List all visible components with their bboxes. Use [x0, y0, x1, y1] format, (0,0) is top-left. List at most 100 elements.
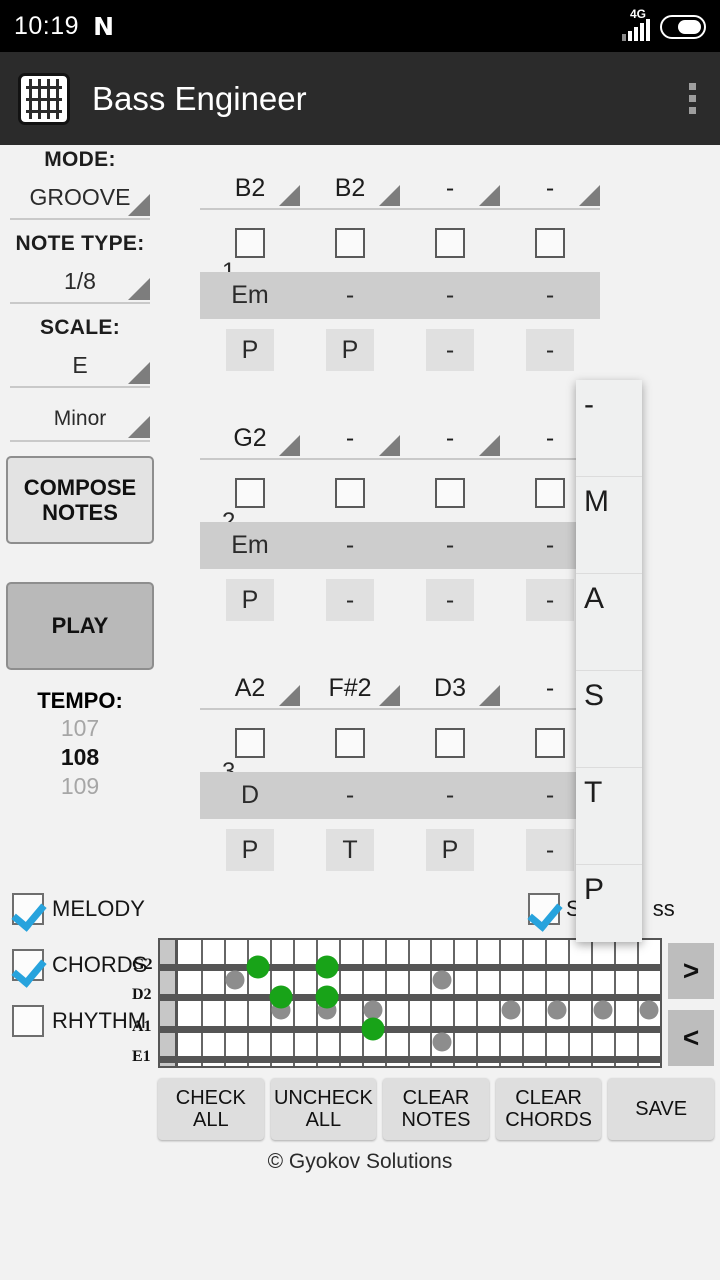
fretboard-prev-button[interactable]: <: [668, 1010, 714, 1066]
note-spinner[interactable]: A2: [200, 668, 300, 710]
checkbox-rhythm-box[interactable]: [12, 1005, 44, 1037]
technique-value[interactable]: -: [526, 329, 574, 371]
technique-value[interactable]: P: [326, 329, 374, 371]
beat-checkbox[interactable]: [535, 228, 565, 258]
tempo-next-value[interactable]: 109: [0, 772, 160, 801]
dropdown-item[interactable]: P: [576, 865, 642, 962]
scale-root-value: E: [72, 351, 88, 378]
dropdown-item[interactable]: -: [576, 380, 642, 477]
note-value: -: [545, 173, 555, 202]
note-type-value: 1/8: [64, 267, 96, 294]
technique-value[interactable]: P: [226, 829, 274, 871]
active-note-dot[interactable]: [269, 985, 293, 1009]
beat-checkbox[interactable]: [235, 728, 265, 758]
chord-value[interactable]: -: [400, 772, 500, 819]
dropdown-item[interactable]: S: [576, 671, 642, 768]
chord-value[interactable]: -: [300, 272, 400, 319]
active-note-dot[interactable]: [246, 955, 270, 979]
technique-value[interactable]: -: [426, 329, 474, 371]
fret-line: [361, 940, 364, 1066]
note-value: F#2: [328, 673, 372, 702]
technique-value[interactable]: P: [226, 579, 274, 621]
fret-marker-dot: [593, 1000, 613, 1020]
technique-value[interactable]: -: [526, 829, 574, 871]
beat-checkbox[interactable]: [335, 728, 365, 758]
note-spinner[interactable]: G2: [200, 418, 300, 460]
note-value: B2: [234, 173, 266, 202]
checkbox-chords-box[interactable]: [12, 949, 44, 981]
dropdown-item[interactable]: A: [576, 574, 642, 671]
beat-checkbox[interactable]: [435, 728, 465, 758]
fret-line: [292, 940, 295, 1066]
note-spinner[interactable]: F#2: [300, 668, 400, 710]
technique-value[interactable]: T: [326, 829, 374, 871]
note-spinner[interactable]: D3: [400, 668, 500, 710]
chevron-down-icon: [579, 185, 600, 206]
action-button[interactable]: CLEAR CHORDS: [495, 1078, 602, 1140]
copyright-text: © Gyokov Solutions: [267, 1150, 453, 1173]
active-note-dot[interactable]: [315, 955, 339, 979]
action-button[interactable]: SAVE: [608, 1078, 714, 1140]
checkbox-show-bass-label-end: ss: [652, 896, 675, 921]
action-button[interactable]: CLEAR NOTES: [383, 1078, 489, 1140]
dropdown-item[interactable]: M: [576, 477, 642, 574]
fret-marker-dot: [639, 1000, 659, 1020]
checkbox-show-bass-box[interactable]: [528, 893, 560, 925]
note-spinner[interactable]: -: [400, 418, 500, 460]
technique-value[interactable]: -: [426, 579, 474, 621]
beat-checkbox[interactable]: [335, 228, 365, 258]
note-spinner[interactable]: -: [300, 418, 400, 460]
fret-line: [476, 940, 479, 1066]
overflow-menu-icon[interactable]: [683, 77, 702, 120]
note-value: A2: [234, 673, 266, 702]
fret-line: [200, 940, 203, 1066]
note-spinner[interactable]: -: [500, 168, 600, 210]
beat-checkbox[interactable]: [435, 478, 465, 508]
chord-value[interactable]: -: [400, 272, 500, 319]
technique-value[interactable]: -: [326, 579, 374, 621]
dropdown-item[interactable]: T: [576, 768, 642, 865]
beat-checkbox[interactable]: [235, 478, 265, 508]
note-spinner[interactable]: B2: [200, 168, 300, 210]
fretboard-next-button[interactable]: >: [668, 943, 714, 999]
compose-notes-button[interactable]: COMPOSE NOTES: [6, 456, 154, 544]
tempo-previous-value[interactable]: 107: [0, 714, 160, 743]
mode-spinner[interactable]: GROOVE: [10, 176, 150, 220]
fret-line: [499, 940, 502, 1066]
beat-cell: D3 - P: [400, 668, 500, 871]
tempo-current-value[interactable]: 108: [0, 743, 160, 772]
chord-value[interactable]: -: [300, 772, 400, 819]
beat-checkbox[interactable]: [235, 228, 265, 258]
status-bar-icons: 4G: [622, 7, 706, 41]
chevron-down-icon: [379, 685, 400, 706]
chord-value[interactable]: Em: [200, 272, 300, 319]
technique-value[interactable]: P: [226, 329, 274, 371]
note-value: G2: [233, 423, 267, 452]
string-line: [160, 994, 660, 1001]
beat-checkbox[interactable]: [335, 478, 365, 508]
beat-checkbox[interactable]: [435, 228, 465, 258]
chord-value[interactable]: -: [500, 272, 600, 319]
beat-cell: - - -: [500, 168, 600, 371]
technique-dropdown-menu[interactable]: -MASTP: [576, 380, 642, 942]
scale-root-spinner[interactable]: E: [10, 344, 150, 388]
action-button[interactable]: CHECK ALL: [158, 1078, 264, 1140]
technique-value[interactable]: -: [526, 579, 574, 621]
chord-value[interactable]: -: [400, 522, 500, 569]
beat-checkbox[interactable]: [535, 728, 565, 758]
note-type-spinner[interactable]: 1/8: [10, 260, 150, 304]
checkbox-melody-box[interactable]: [12, 893, 44, 925]
active-note-dot[interactable]: [315, 985, 339, 1009]
technique-value[interactable]: P: [426, 829, 474, 871]
chord-value[interactable]: Em: [200, 522, 300, 569]
beat-checkbox[interactable]: [535, 478, 565, 508]
action-button[interactable]: UNCHECK ALL: [270, 1078, 377, 1140]
active-note-dot[interactable]: [361, 1017, 385, 1041]
play-button[interactable]: PLAY: [6, 582, 154, 670]
scale-quality-spinner[interactable]: Minor: [10, 398, 150, 442]
note-spinner[interactable]: -: [400, 168, 500, 210]
chord-value[interactable]: D: [200, 772, 300, 819]
chord-value[interactable]: -: [300, 522, 400, 569]
note-spinner[interactable]: B2: [300, 168, 400, 210]
battery-icon: [660, 15, 706, 39]
